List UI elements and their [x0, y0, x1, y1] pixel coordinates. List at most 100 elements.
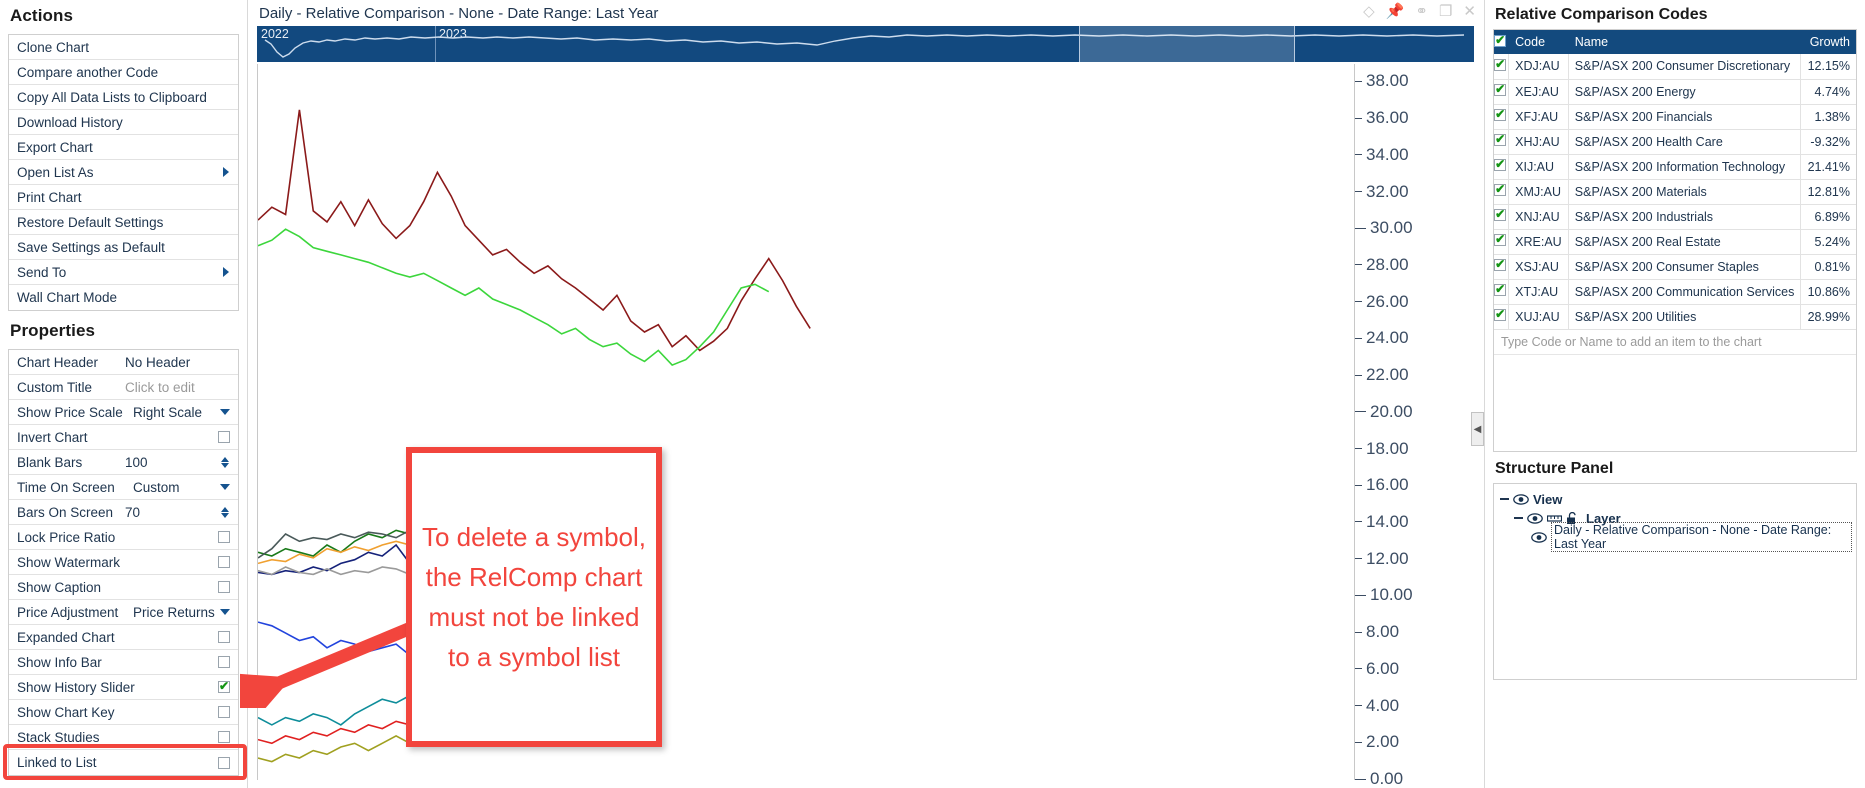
property-row-show-history-slider[interactable]: Show History Slider	[9, 675, 238, 700]
row-checkbox[interactable]	[1494, 257, 1507, 271]
tree-node-chart[interactable]: Daily - Relative Comparison - None - Dat…	[1498, 522, 1852, 552]
row-checkbox-cell[interactable]	[1494, 254, 1510, 280]
property-row-expanded-chart[interactable]: Expanded Chart	[9, 625, 238, 650]
row-checkbox[interactable]	[1494, 232, 1507, 246]
column-header-name[interactable]: Name	[1568, 30, 1802, 54]
action-item-restore-default-settings[interactable]: Restore Default Settings	[9, 210, 238, 235]
table-row[interactable]: XFJ:AUS&P/ASX 200 Financials1.38%	[1494, 104, 1856, 130]
table-row[interactable]: XTJ:AUS&P/ASX 200 Communication Services…	[1494, 279, 1856, 305]
action-item-wall-chart-mode[interactable]: Wall Chart Mode	[9, 285, 238, 310]
property-row-show-info-bar[interactable]: Show Info Bar	[9, 650, 238, 675]
chevron-right-icon[interactable]	[223, 167, 229, 177]
table-row[interactable]: XRE:AUS&P/ASX 200 Real Estate5.24%	[1494, 229, 1856, 255]
table-row[interactable]: XUJ:AUS&P/ASX 200 Utilities28.99%	[1494, 304, 1856, 330]
property-row-blank-bars[interactable]: Blank Bars 100	[9, 450, 238, 475]
chevron-down-icon[interactable]	[220, 609, 230, 615]
property-checkbox-linked-to-list[interactable]	[218, 756, 230, 769]
row-checkbox[interactable]	[1494, 57, 1507, 71]
property-row-show-watermark[interactable]: Show Watermark	[9, 550, 238, 575]
cell-name[interactable]: S&P/ASX 200 Financials	[1568, 104, 1802, 130]
property-checkbox-stack-studies[interactable]	[218, 731, 230, 743]
property-value[interactable]: 70	[125, 505, 221, 520]
property-row-show-chart-key[interactable]: Show Chart Key	[9, 700, 238, 725]
cell-code[interactable]: XDJ:AU	[1508, 54, 1569, 80]
property-row-stack-studies[interactable]: Stack Studies	[9, 725, 238, 750]
property-row-lock-price-ratio[interactable]: Lock Price Ratio	[9, 525, 238, 550]
property-checkbox-expanded-chart[interactable]	[218, 631, 230, 643]
cell-name[interactable]: S&P/ASX 200 Energy	[1568, 79, 1802, 105]
action-item-open-list-as[interactable]: Open List As	[9, 160, 238, 185]
table-row[interactable]: XEJ:AUS&P/ASX 200 Energy4.74%	[1494, 79, 1856, 105]
property-checkbox-show-info-bar[interactable]	[218, 656, 230, 668]
property-value[interactable]: No Header	[125, 355, 232, 370]
collapse-minus-icon[interactable]	[1500, 498, 1509, 500]
cell-code[interactable]: XMJ:AU	[1508, 179, 1569, 205]
row-checkbox[interactable]	[1494, 157, 1507, 171]
eye-icon-chart[interactable]	[1531, 531, 1547, 543]
stepper-bars-on-screen[interactable]	[221, 506, 229, 518]
table-row[interactable]: XDJ:AUS&P/ASX 200 Consumer Discretionary…	[1494, 54, 1856, 80]
close-window-icon[interactable]: ✕	[1463, 4, 1476, 19]
collapse-minus-icon-layer[interactable]	[1514, 517, 1523, 519]
collapse-panel-icon[interactable]: ◀	[1471, 412, 1484, 446]
row-checkbox[interactable]	[1494, 182, 1507, 196]
row-checkbox-cell[interactable]	[1494, 104, 1510, 130]
table-row[interactable]: XHJ:AUS&P/ASX 200 Health Care-9.32%	[1494, 129, 1856, 155]
action-item-compare-another-code[interactable]: Compare another Code	[9, 60, 238, 85]
action-item-copy-all-data-lists-to-clipboard[interactable]: Copy All Data Lists to Clipboard	[9, 85, 238, 110]
property-value[interactable]: Custom	[125, 480, 220, 495]
property-value[interactable]: Price Returns	[125, 605, 220, 620]
table-row[interactable]: XIJ:AUS&P/ASX 200 Information Technology…	[1494, 154, 1856, 180]
cell-name[interactable]: S&P/ASX 200 Consumer Discretionary	[1568, 54, 1802, 80]
cell-name[interactable]: S&P/ASX 200 Real Estate	[1568, 229, 1802, 255]
row-checkbox-cell[interactable]	[1494, 204, 1510, 230]
row-checkbox-cell[interactable]	[1494, 79, 1510, 105]
chevron-right-icon[interactable]	[223, 267, 229, 277]
cell-code[interactable]: XSJ:AU	[1508, 254, 1569, 280]
property-value[interactable]: Click to edit	[125, 380, 232, 395]
row-checkbox[interactable]	[1494, 82, 1507, 96]
row-checkbox-cell[interactable]	[1494, 229, 1510, 255]
cell-name[interactable]: S&P/ASX 200 Utilities	[1568, 304, 1802, 330]
select-all-checkbox[interactable]	[1494, 33, 1507, 47]
property-checkbox-show-watermark[interactable]	[218, 556, 230, 568]
eye-icon[interactable]	[1513, 493, 1529, 505]
action-item-download-history[interactable]: Download History	[9, 110, 238, 135]
property-row-bars-on-screen[interactable]: Bars On Screen 70	[9, 500, 238, 525]
property-checkbox-show-history-slider[interactable]	[218, 679, 230, 693]
column-header-growth[interactable]: Growth	[1800, 30, 1856, 54]
action-item-save-settings-as-default[interactable]: Save Settings as Default	[9, 235, 238, 260]
pin-icon[interactable]: 📌	[1386, 4, 1405, 19]
property-row-custom-title[interactable]: Custom Title Click to edit	[9, 375, 238, 400]
row-checkbox-cell[interactable]	[1494, 129, 1510, 155]
diamond-icon[interactable]: ◇	[1363, 4, 1375, 19]
property-row-time-on-screen[interactable]: Time On Screen Custom	[9, 475, 238, 500]
chevron-down-icon[interactable]	[220, 484, 230, 490]
property-row-show-caption[interactable]: Show Caption	[9, 575, 238, 600]
cell-code[interactable]: XEJ:AU	[1508, 79, 1569, 105]
row-checkbox[interactable]	[1494, 282, 1507, 296]
cell-name[interactable]: S&P/ASX 200 Consumer Staples	[1568, 254, 1802, 280]
cell-name[interactable]: S&P/ASX 200 Materials	[1568, 179, 1802, 205]
cell-name[interactable]: S&P/ASX 200 Industrials	[1568, 204, 1802, 230]
row-checkbox[interactable]	[1494, 132, 1507, 146]
property-row-show-price-scale[interactable]: Show Price Scale Right Scale	[9, 400, 238, 425]
tree-node-view[interactable]: View	[1498, 490, 1852, 509]
chevron-down-icon[interactable]	[220, 409, 230, 415]
cell-code[interactable]: XFJ:AU	[1508, 104, 1569, 130]
row-checkbox-cell[interactable]	[1494, 279, 1510, 305]
history-slider[interactable]: 2022 2023	[257, 26, 1474, 62]
property-row-linked-to-list[interactable]: Linked to List	[9, 750, 238, 775]
property-row-chart-header[interactable]: Chart Header No Header	[9, 350, 238, 375]
eye-icon-layer[interactable]	[1527, 512, 1543, 524]
add-code-input[interactable]: Type Code or Name to add an item to the …	[1494, 330, 1856, 355]
row-checkbox[interactable]	[1494, 307, 1507, 321]
property-checkbox-show-chart-key[interactable]	[218, 706, 230, 718]
action-item-send-to[interactable]: Send To	[9, 260, 238, 285]
property-row-price-adjustment[interactable]: Price Adjustment Price Returns	[9, 600, 238, 625]
table-row[interactable]: XSJ:AUS&P/ASX 200 Consumer Staples0.81%	[1494, 254, 1856, 280]
history-slider-handle[interactable]	[1079, 26, 1295, 62]
property-value[interactable]: 100	[125, 455, 221, 470]
action-item-export-chart[interactable]: Export Chart	[9, 135, 238, 160]
row-checkbox[interactable]	[1494, 207, 1507, 221]
